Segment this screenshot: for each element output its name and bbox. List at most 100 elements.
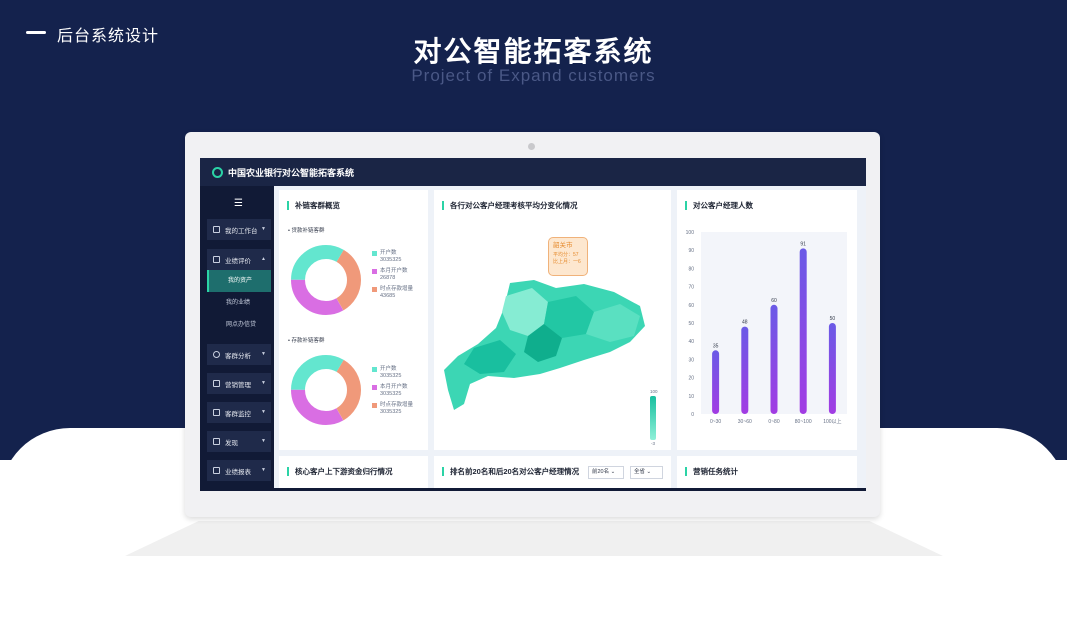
- map-tooltip: 韶关市 平均分：57 比上月：一6: [548, 237, 588, 276]
- app-title: 中国农业银行对公智能拓客系统: [228, 167, 355, 178]
- managers-bar-chart: 0 10 20 30 40 50 60 70 80 90 100 35 0~30 48 30~60 60 0~8…: [686, 230, 847, 425]
- card-title: 各行对公客户经理考核平均分变化情况: [442, 201, 578, 210]
- x-tick-label: 0~30: [710, 419, 721, 425]
- legend-value: 3035325: [380, 409, 402, 415]
- sidebar-item-workbench[interactable]: 我的工作台 ▼: [207, 219, 271, 240]
- slide-subtitle: Project of Expand customers: [411, 66, 656, 85]
- subnav-branch-credit[interactable]: 网点办信贷: [207, 314, 271, 336]
- card-title: 核心客户上下游资金归行情况: [287, 467, 393, 476]
- legend-item: 本月开户数 3035325: [372, 384, 413, 398]
- pie-icon: [213, 351, 220, 358]
- y-tick-label: 60: [688, 303, 694, 309]
- sidebar-item-label: 发现: [225, 439, 238, 447]
- bar-value-label: 35: [713, 343, 719, 349]
- deposit-donut-chart: [291, 355, 361, 425]
- legend-name: 开户数: [380, 366, 397, 372]
- legend-name: 本月开户数: [380, 384, 408, 390]
- ranking-card: 排名前20名和后20名对公客户经理情况 前20名 ⌄ 全省 ⌄: [434, 456, 671, 488]
- legend-swatch: [372, 403, 377, 408]
- card-title: 营销任务统计: [685, 467, 738, 476]
- sidebar-item-customer-analysis[interactable]: 客群分析 ▼: [207, 344, 271, 365]
- y-tick-label: 0: [691, 412, 694, 418]
- deposit-group-label: • 存款补链客群: [288, 338, 325, 344]
- map-scale-bar: [650, 396, 656, 440]
- menu-toggle-icon[interactable]: ☰: [234, 198, 243, 209]
- sidebar-item-label: 业绩评价: [225, 257, 251, 265]
- legend-value: 3035325: [380, 257, 402, 263]
- x-tick-label: 100以上: [823, 418, 841, 425]
- workbench-icon: [213, 226, 220, 233]
- y-tick-label: 90: [688, 248, 694, 254]
- y-tick-label: 80: [688, 266, 694, 272]
- dashboard-content: 补链客群概览 • 贷款补链客群 开户数 3035325 本月开户数 26878 时点…: [274, 186, 866, 488]
- grid-icon: [213, 438, 220, 445]
- x-tick-label: 30~60: [738, 419, 752, 425]
- y-tick-label: 30: [688, 357, 694, 363]
- app-header: 中国农业银行对公智能拓客系统: [200, 158, 866, 186]
- caret-up-icon: ▲: [261, 256, 266, 262]
- deposit-group-text: 存款补链客群: [291, 338, 325, 344]
- caret-down-icon: ▼: [261, 351, 266, 357]
- rank-filter-value: 前20名: [592, 469, 610, 475]
- legend-swatch: [372, 251, 377, 256]
- sidebar-item-reports[interactable]: 业绩报表 ▼: [207, 460, 271, 481]
- legend-item: 开户数 3035325: [372, 250, 413, 264]
- sidebar-item-label: 营销管理: [225, 381, 251, 389]
- sidebar-item-label: 我的工作台: [225, 227, 258, 235]
- bar: [828, 323, 836, 414]
- bar: [770, 304, 778, 414]
- comment-icon: [213, 256, 220, 263]
- sliders-icon: [213, 380, 220, 387]
- legend-item: 时点存款增量 3035325: [372, 402, 413, 416]
- bar: [799, 248, 807, 414]
- subnav-my-assets[interactable]: 我的资产: [207, 270, 271, 292]
- sidebar-item-label: 业绩报表: [225, 468, 251, 476]
- card-title: 补链客群概览: [287, 201, 340, 210]
- sidebar-item-marketing[interactable]: 营销管理 ▼: [207, 373, 271, 394]
- legend-item: 时点存款增量 43685: [372, 286, 413, 300]
- laptop-base: [125, 521, 943, 556]
- bar-value-label: 60: [771, 298, 777, 304]
- abc-logo-icon: [212, 166, 223, 178]
- subnav-my-performance[interactable]: 我的业绩: [207, 292, 271, 314]
- loan-legend: 开户数 3035325 本月开户数 26878 时点存款增量 43685: [372, 250, 413, 300]
- legend-swatch: [372, 287, 377, 292]
- bar: [741, 326, 749, 414]
- y-tick-label: 10: [688, 394, 694, 400]
- y-tick-label: 100: [686, 230, 695, 236]
- rank-filter-select[interactable]: 前20名 ⌄: [588, 466, 624, 479]
- bar-value-label: 48: [742, 320, 748, 326]
- y-tick-label: 50: [688, 321, 694, 327]
- map-card: 各行对公客户经理考核平均分变化情况 韶关市 平均分：57 比上月：一6 100 …: [434, 190, 671, 450]
- caret-down-icon: ▼: [261, 467, 266, 473]
- tooltip-delta: 比上月：一6: [553, 259, 581, 265]
- legend-value: 3035325: [380, 391, 402, 397]
- y-tick-label: 40: [688, 339, 694, 345]
- province-filter-select[interactable]: 全省 ⌄: [630, 466, 663, 479]
- sidebar-item-label: 客群分析: [225, 352, 251, 360]
- province-filter-value: 全省: [634, 469, 646, 475]
- province-map: [444, 280, 645, 410]
- app-screen: 中国农业银行对公智能拓客系统 ☰ 我的工作台 ▼ 业绩评价 ▲ 我的资产 我的业…: [200, 158, 866, 491]
- monitor-icon: [213, 409, 220, 416]
- overview-card: 补链客群概览 • 贷款补链客群 开户数 3035325 本月开户数 26878 时点…: [279, 190, 428, 450]
- sidebar-item-label: 客群监控: [225, 410, 251, 418]
- scale-min-label: -3: [651, 441, 656, 446]
- loan-group-text: 贷款补链客群: [291, 228, 325, 234]
- sidebar-item-monitoring[interactable]: 客群监控 ▼: [207, 402, 271, 423]
- legend-value: 26878: [380, 275, 396, 281]
- marketing-tasks-card: 营销任务统计: [677, 456, 857, 488]
- loan-group-label: • 贷款补链客群: [288, 228, 325, 234]
- bar-value-label: 91: [800, 241, 806, 247]
- sidebar-item-performance[interactable]: 业绩评价 ▲: [207, 249, 271, 270]
- core-customers-card: 核心客户上下游资金归行情况: [279, 456, 428, 488]
- y-tick-label: 70: [688, 285, 694, 291]
- sidebar: ☰ 我的工作台 ▼ 业绩评价 ▲ 我的资产 我的业绩 网点办信贷 客群分析 ▼ …: [200, 186, 274, 491]
- caret-down-icon: ▼: [261, 380, 266, 386]
- slide-title: 对公智能拓客系统: [413, 36, 654, 67]
- legend-name: 本月开户数: [380, 268, 408, 274]
- bar-value-label: 50: [830, 316, 836, 322]
- legend-name: 时点存款增量: [380, 286, 414, 292]
- sidebar-item-discover[interactable]: 发现 ▼: [207, 431, 271, 452]
- tooltip-city: 韶关市: [553, 242, 573, 249]
